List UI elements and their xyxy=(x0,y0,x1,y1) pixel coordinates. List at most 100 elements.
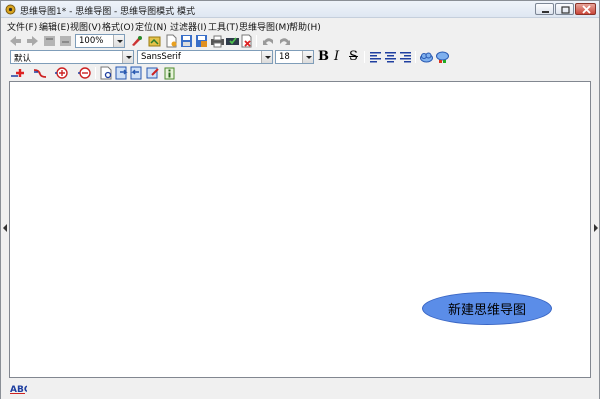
save-as-icon xyxy=(196,35,207,47)
menu-edit[interactable]: 编辑(E) xyxy=(39,20,70,33)
close-map-icon xyxy=(241,34,252,48)
fold-icon xyxy=(44,36,55,46)
main-toolbar: 100% xyxy=(1,33,599,49)
menu-view[interactable]: 视图(V) xyxy=(70,20,101,33)
font-size-select[interactable]: 18 xyxy=(275,50,314,64)
new-map-button[interactable] xyxy=(129,34,144,48)
align-right-icon xyxy=(400,52,411,63)
zoom-out-icon xyxy=(78,67,91,79)
zoom-dropdown-arrow[interactable] xyxy=(113,35,124,47)
toolbar-separator xyxy=(256,35,257,47)
minimize-button[interactable] xyxy=(535,3,554,15)
mindmap-toolbar xyxy=(1,65,599,81)
open-button[interactable] xyxy=(147,34,162,48)
right-panel-toggle-icon[interactable] xyxy=(594,224,598,232)
menu-tools[interactable]: 工具(T) xyxy=(208,20,239,33)
minimize-icon xyxy=(542,11,549,13)
align-left-button[interactable] xyxy=(368,50,383,64)
menu-filter[interactable]: 过滤器(I) xyxy=(170,20,207,33)
back-button[interactable] xyxy=(8,34,23,48)
menu-bar: 文件(F) 编辑(E) 视图(V) 格式(O) 定位(N) 过滤器(I) 工具(… xyxy=(1,18,599,33)
left-panel-toggle-icon[interactable] xyxy=(3,224,7,232)
style-dropdown-arrow[interactable] xyxy=(122,51,133,63)
node-color-button[interactable] xyxy=(419,50,434,64)
toolbar-separator xyxy=(415,51,416,63)
menu-navigate[interactable]: 定位(N) xyxy=(135,20,167,33)
mindmap-canvas[interactable] xyxy=(9,81,591,378)
maximize-icon xyxy=(561,6,570,14)
new-file-button[interactable] xyxy=(164,34,179,48)
info-button[interactable] xyxy=(162,66,177,80)
status-bar: ABC xyxy=(1,379,599,399)
menu-file[interactable]: 文件(F) xyxy=(7,20,37,33)
find-previous-icon xyxy=(130,66,142,80)
format-toolbar: 默认 SansSerif 18 B I S xyxy=(1,49,599,65)
cloud-icon xyxy=(420,52,433,63)
edge-icon xyxy=(33,69,47,78)
align-center-icon xyxy=(385,52,396,63)
cloud-color-icon xyxy=(436,51,449,63)
zoom-select[interactable]: 100% xyxy=(75,34,125,48)
strikethrough-button[interactable]: S xyxy=(349,49,358,65)
find-next-button[interactable] xyxy=(114,66,129,80)
align-center-button[interactable] xyxy=(383,50,398,64)
menu-mindmap[interactable]: 思维导图(M) xyxy=(239,20,290,33)
redo-button[interactable] xyxy=(277,34,292,48)
undo-button[interactable] xyxy=(261,34,276,48)
italic-button[interactable]: I xyxy=(334,49,339,65)
find-button[interactable] xyxy=(99,66,114,80)
attribute-button[interactable] xyxy=(145,66,160,80)
close-icon xyxy=(582,5,591,14)
save-as-button[interactable] xyxy=(194,34,209,48)
back-icon xyxy=(10,36,21,46)
undo-icon xyxy=(263,38,273,45)
close-map-button[interactable] xyxy=(239,34,254,48)
font-size-dropdown-arrow[interactable] xyxy=(302,51,313,63)
print-button[interactable] xyxy=(210,34,225,48)
app-window: 思维导图1* - 思维导图 - 思维导图模式 模式 文件(F) 编辑(E) 视图… xyxy=(0,0,600,399)
find-previous-button[interactable] xyxy=(129,66,144,80)
add-child-node-button[interactable] xyxy=(10,66,25,80)
bold-button[interactable]: B xyxy=(318,49,329,65)
spell-check-icon[interactable]: ABC xyxy=(9,381,27,395)
zoom-in-icon xyxy=(55,67,68,79)
font-select[interactable]: SansSerif xyxy=(137,50,273,64)
root-node-label: 新建思维导图 xyxy=(447,303,526,318)
zoom-value: 100% xyxy=(79,36,104,46)
save-button[interactable] xyxy=(179,34,194,48)
align-right-button[interactable] xyxy=(398,50,413,64)
export-button[interactable] xyxy=(225,34,240,48)
cloud-color-button[interactable] xyxy=(435,50,450,64)
title-bar: 思维导图1* - 思维导图 - 思维导图模式 模式 xyxy=(1,1,599,18)
forward-icon xyxy=(27,36,38,46)
forward-button[interactable] xyxy=(25,34,40,48)
open-icon xyxy=(148,36,161,47)
new-file-icon xyxy=(166,34,177,48)
menu-format[interactable]: 格式(O) xyxy=(102,20,134,33)
app-icon xyxy=(5,4,16,15)
add-edge-button[interactable] xyxy=(32,66,47,80)
new-map-icon xyxy=(132,36,142,46)
info-icon xyxy=(164,67,175,80)
fold-button[interactable] xyxy=(42,34,57,48)
attribute-icon xyxy=(146,67,159,79)
add-node-icon xyxy=(11,69,24,77)
font-size-value: 18 xyxy=(279,52,290,62)
font-dropdown-arrow[interactable] xyxy=(261,51,272,63)
style-value: 默认 xyxy=(14,54,32,64)
find-next-icon xyxy=(115,66,128,80)
zoom-out-button[interactable] xyxy=(77,66,92,80)
unfold-icon xyxy=(60,36,71,46)
menu-help[interactable]: 帮助(H) xyxy=(289,20,321,33)
toolbar-separator xyxy=(364,51,365,63)
toolbar-separator xyxy=(95,67,96,79)
zoom-in-button[interactable] xyxy=(54,66,69,80)
save-icon xyxy=(181,35,192,47)
unfold-button[interactable] xyxy=(58,34,73,48)
close-button[interactable] xyxy=(575,3,596,15)
window-title: 思维导图1* - 思维导图 - 思维导图模式 模式 xyxy=(20,7,196,17)
maximize-button[interactable] xyxy=(555,3,574,15)
style-select[interactable]: 默认 xyxy=(10,50,134,64)
root-node[interactable]: 新建思维导图 xyxy=(422,292,552,325)
find-icon xyxy=(100,66,112,80)
